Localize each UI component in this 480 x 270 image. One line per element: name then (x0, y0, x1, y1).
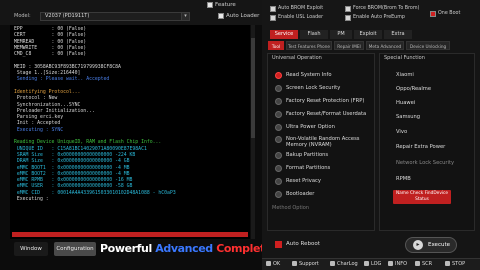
operation-radio[interactable] (275, 178, 282, 185)
special-function-item[interactable]: Huawei (396, 100, 415, 106)
operation-radio[interactable] (275, 98, 282, 105)
log-scrollbar-thumb[interactable] (251, 38, 255, 138)
status-bar-scr[interactable]: SCR (415, 261, 432, 267)
feature-label: Feature (215, 2, 236, 8)
auto-reboot-label: Auto Reboot (286, 241, 320, 247)
operation-radio[interactable] (275, 136, 282, 143)
configuration-button[interactable]: Configuration (54, 242, 96, 256)
special-function-item[interactable]: RPMB (396, 176, 411, 182)
status-bar-info[interactable]: INFO (388, 261, 407, 267)
model-select[interactable]: V2037 (PD1911T) (40, 12, 190, 21)
info-icon (388, 261, 393, 266)
status-bar-stop[interactable]: STOP (445, 261, 465, 267)
option-label: One Boot (438, 11, 461, 16)
window-button[interactable]: Window (14, 242, 48, 256)
feature-checkbox[interactable] (207, 2, 213, 8)
universal-operation-title: Universal Operation (272, 55, 322, 61)
chevron-down-icon[interactable]: ▾ (181, 12, 190, 21)
operation-label: Reset Privacy (286, 178, 321, 184)
special-function-item[interactable]: Xiaomi (396, 72, 414, 78)
option-label: Auto BROM Exploit (278, 6, 324, 11)
option-checkbox[interactable] (345, 15, 351, 21)
chart-icon (330, 261, 335, 266)
status-bar-label: INFO (395, 261, 408, 267)
subtab[interactable]: Device Unlocking (406, 41, 450, 50)
option-label: Force BROM(Brom To Brom) (353, 6, 420, 11)
operation-label: Screen Lock Security (286, 85, 341, 91)
banner-powerful: Powerful (100, 242, 152, 255)
option-label: Enable USL Loader (278, 15, 324, 20)
option-checkbox[interactable] (270, 6, 276, 12)
tab-pm[interactable]: PM (330, 30, 352, 39)
banner-advanced: Advanced (155, 242, 213, 255)
log-line: Executing : (14, 197, 49, 203)
auto-loader-label: Auto Loader (226, 13, 260, 19)
operation-label: Bootloader (286, 191, 315, 197)
support-icon (292, 261, 297, 266)
special-function-item[interactable]: Vivo (396, 129, 407, 135)
log-console: EPP : 00 (False) CERT : 00 (False) MEMREAD… (10, 25, 250, 239)
subtab[interactable]: Repair IMEI (334, 41, 364, 50)
model-label: Model: (14, 13, 31, 19)
operation-radio[interactable] (275, 85, 282, 92)
auto-loader-checkbox[interactable] (218, 13, 224, 19)
option-checkbox[interactable] (345, 6, 351, 12)
operation-radio[interactable] (275, 191, 282, 198)
special-function-item[interactable]: Repair Extra Power (396, 144, 445, 150)
status-bar-label: CharLog (337, 261, 358, 267)
status-bar-log[interactable]: LOG (364, 261, 381, 267)
auto-reboot-checkbox[interactable] (275, 241, 282, 248)
gear-icon (266, 261, 271, 266)
operation-radio[interactable] (275, 111, 282, 118)
status-bar-label: OK (273, 261, 281, 267)
operation-radio[interactable] (275, 165, 282, 172)
special-function-item[interactable]: Oppo/Realme (396, 86, 431, 92)
special-function-item[interactable]: Samsung (396, 114, 420, 120)
tab-flash[interactable]: Flash (300, 30, 328, 39)
method-option-title: Method Option (272, 205, 310, 211)
tab-extra[interactable]: Extra (384, 30, 412, 39)
operation-label: Factory Reset Protection (FRP) (286, 98, 365, 104)
special-function-panel (379, 53, 475, 231)
option-label: Enable Auto PreEump (353, 15, 405, 20)
operation-label: Ultra Power Option (286, 124, 335, 130)
tab-service[interactable]: Service (270, 30, 298, 39)
status-bar-support[interactable]: Support (292, 261, 319, 267)
status-bar-label: Support (299, 261, 319, 267)
operation-label: Bakup Partitions (286, 152, 329, 158)
operation-radio[interactable] (275, 72, 282, 79)
log-icon (364, 261, 369, 266)
operation-label: Factory Reset/Format Userdata (286, 111, 367, 117)
status-bar-label: SCR (422, 261, 433, 267)
option-checkbox[interactable] (270, 15, 276, 21)
name-check-button[interactable]: Name Check FindDevice Status (393, 190, 451, 204)
operation-label: Non-Volatile Random Access Memory (NVRAM… (286, 136, 360, 148)
status-bar-charlog[interactable]: CharLog (330, 261, 358, 267)
operation-radio[interactable] (275, 152, 282, 159)
banner: Powerful Advanced Complete (100, 241, 272, 257)
subtab[interactable]: Meta Advanced (366, 41, 404, 50)
operation-label: Read System Info (286, 72, 332, 78)
special-function-item[interactable]: Network Lock Security (396, 160, 454, 166)
subtab[interactable]: Tool (268, 41, 284, 50)
subtab[interactable]: Test Features Phone (286, 41, 332, 50)
status-bar-ok[interactable]: OK (266, 261, 280, 267)
stop-icon (445, 261, 450, 266)
operation-label: Format Partitions (286, 165, 331, 171)
tab-exploit[interactable]: Exploit (354, 30, 382, 39)
operation-radio[interactable] (275, 124, 282, 131)
play-icon[interactable]: ▸ (413, 240, 423, 250)
progress-bar (12, 232, 248, 237)
status-bar-label: LOG (371, 261, 382, 267)
status-bar-label: STOP (452, 261, 466, 267)
screen-icon (415, 261, 420, 266)
special-function-title: Special Function (384, 55, 425, 61)
option-checkbox[interactable] (430, 11, 436, 17)
